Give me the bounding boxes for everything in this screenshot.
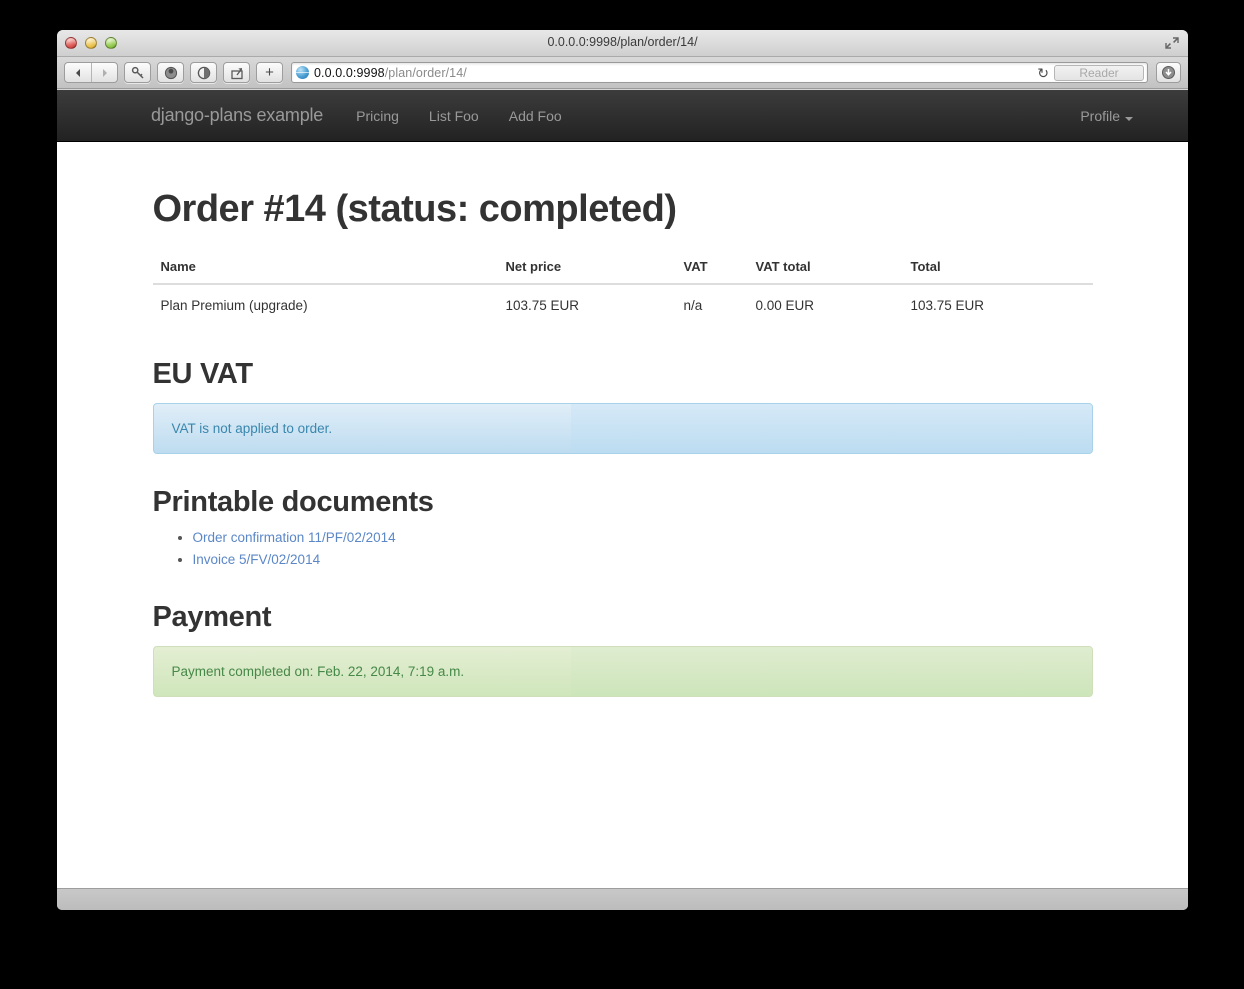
page-title: Order #14 (status: completed) (152, 188, 677, 230)
printable-documents-list: Order confirmation 11/PF/02/2014 Invoice… (153, 529, 1093, 569)
reader-button[interactable]: Reader (1054, 65, 1144, 81)
cell-vat: n/a (683, 298, 703, 313)
nav-link-pricing[interactable]: Pricing (341, 108, 414, 124)
section-heading-payment: Payment (152, 601, 272, 633)
address-bar[interactable]: 0.0.0.0:9998/plan/order/14/ ↻ Reader (291, 62, 1148, 83)
list-item: Order confirmation 11/PF/02/2014 (193, 529, 1093, 547)
window-titlebar: 0.0.0.0:9998/plan/order/14/ (57, 30, 1188, 57)
navbar-links: Pricing List Foo Add Foo (341, 108, 577, 124)
navbar-right: Profile (1065, 108, 1133, 124)
link-invoice[interactable]: Invoice 5/FV/02/2014 (193, 552, 321, 567)
top-sites-icon[interactable] (157, 62, 184, 83)
browser-window: 0.0.0.0:9998/plan/order/14/ + 0.0.0.0:99… (57, 30, 1188, 910)
column-header-net-price: Net price (497, 251, 676, 285)
share-icon[interactable] (223, 62, 250, 83)
chevron-down-icon (1125, 116, 1133, 121)
cell-vat-total: 0.00 EUR (755, 298, 815, 313)
new-tab-button[interactable]: + (256, 62, 283, 83)
table-row: Plan Premium (upgrade) 103.75 EUR n/a 0.… (153, 284, 1093, 326)
section-heading-eu-vat: EU VAT (152, 358, 254, 390)
nav-link-add-foo[interactable]: Add Foo (494, 108, 577, 124)
site-navbar: django-plans example Pricing List Foo Ad… (57, 90, 1188, 142)
navbar-brand[interactable]: django-plans example (151, 105, 341, 126)
order-items-table: Name Net price VAT VAT total Total Plan … (152, 251, 1093, 326)
address-path: /plan/order/14/ (384, 65, 467, 80)
browser-toolbar: + 0.0.0.0:9998/plan/order/14/ ↻ Reader (57, 57, 1188, 89)
link-order-confirmation[interactable]: Order confirmation 11/PF/02/2014 (193, 530, 396, 545)
forward-arrow-icon[interactable] (91, 63, 117, 82)
section-heading-printable-documents: Printable documents (152, 486, 434, 518)
address-text: 0.0.0.0:9998/plan/order/14/ (314, 66, 467, 80)
nav-link-list-foo[interactable]: List Foo (414, 108, 494, 124)
payment-alert-text: Payment completed on: Feb. 22, 2014, 7:1… (171, 664, 465, 679)
column-header-name: Name (152, 251, 498, 285)
vat-alert: VAT is not applied to order. (152, 403, 1093, 454)
profile-label: Profile (1080, 107, 1120, 124)
window-bottom-bar (57, 888, 1188, 910)
page-viewport: django-plans example Pricing List Foo Ad… (57, 90, 1188, 888)
back-arrow-icon[interactable] (65, 63, 91, 82)
column-header-vat: VAT (675, 251, 748, 285)
fullscreen-arrows-icon[interactable] (1164, 35, 1180, 51)
cell-name: Plan Premium (upgrade) (160, 298, 308, 313)
key-icon[interactable] (124, 62, 151, 83)
cell-net-price: 103.75 EUR (505, 298, 580, 313)
column-header-vat-total: VAT total (747, 251, 903, 285)
profile-dropdown[interactable]: Profile (1065, 108, 1133, 124)
address-host: 0.0.0.0:9998 (314, 65, 385, 80)
globe-icon (296, 66, 309, 79)
payment-alert: Payment completed on: Feb. 22, 2014, 7:1… (152, 646, 1093, 697)
vat-alert-text: VAT is not applied to order. (171, 421, 333, 436)
downloads-icon[interactable] (1156, 62, 1181, 83)
list-item: Invoice 5/FV/02/2014 (193, 551, 1093, 569)
window-title: 0.0.0.0:9998/plan/order/14/ (547, 35, 698, 49)
page-container: Order #14 (status: completed) Name Net p… (152, 142, 1093, 697)
cell-total: 103.75 EUR (910, 298, 985, 313)
reading-list-icon[interactable] (190, 62, 217, 83)
column-header-total: Total (902, 251, 1093, 285)
reload-icon[interactable]: ↻ (1037, 65, 1049, 81)
table-header-row: Name Net price VAT VAT total Total (152, 251, 1093, 285)
navigation-buttons (64, 62, 118, 83)
